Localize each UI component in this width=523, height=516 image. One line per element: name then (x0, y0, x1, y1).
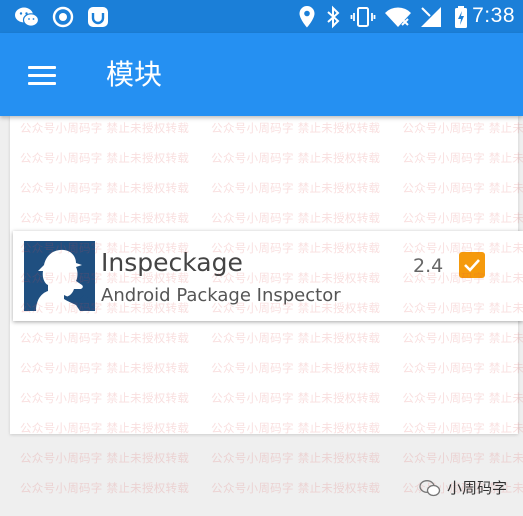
checkmark-icon (464, 259, 480, 272)
module-enable-checkbox[interactable] (459, 252, 485, 278)
app-bar: 模块 (0, 33, 523, 116)
page-title: 模块 (106, 58, 163, 91)
module-version: 2.4 (413, 255, 444, 277)
app-icon (88, 7, 108, 27)
vibrate-icon (350, 7, 376, 27)
record-icon (52, 6, 74, 28)
clock: 7:38 (472, 4, 515, 27)
module-description: Android Package Inspector (101, 285, 341, 306)
bluetooth-icon (327, 5, 340, 29)
battery-charging-icon (455, 6, 467, 28)
wechat-icon (15, 7, 40, 27)
wechat-logo-icon (419, 479, 441, 496)
detective-silhouette-icon (24, 241, 95, 311)
signal-icon (421, 7, 441, 27)
location-icon (299, 6, 315, 28)
module-name: Inspeckage (101, 248, 243, 277)
module-item-inspeckage[interactable]: Inspeckage Android Package Inspector 2.4 (13, 231, 523, 321)
brand-name: 小周码字 (446, 479, 507, 497)
status-bar: 7:38 (0, 0, 523, 33)
brand-watermark: 小周码字 (419, 477, 507, 498)
hamburger-menu-icon[interactable] (22, 57, 62, 93)
wifi-icon (385, 7, 411, 27)
